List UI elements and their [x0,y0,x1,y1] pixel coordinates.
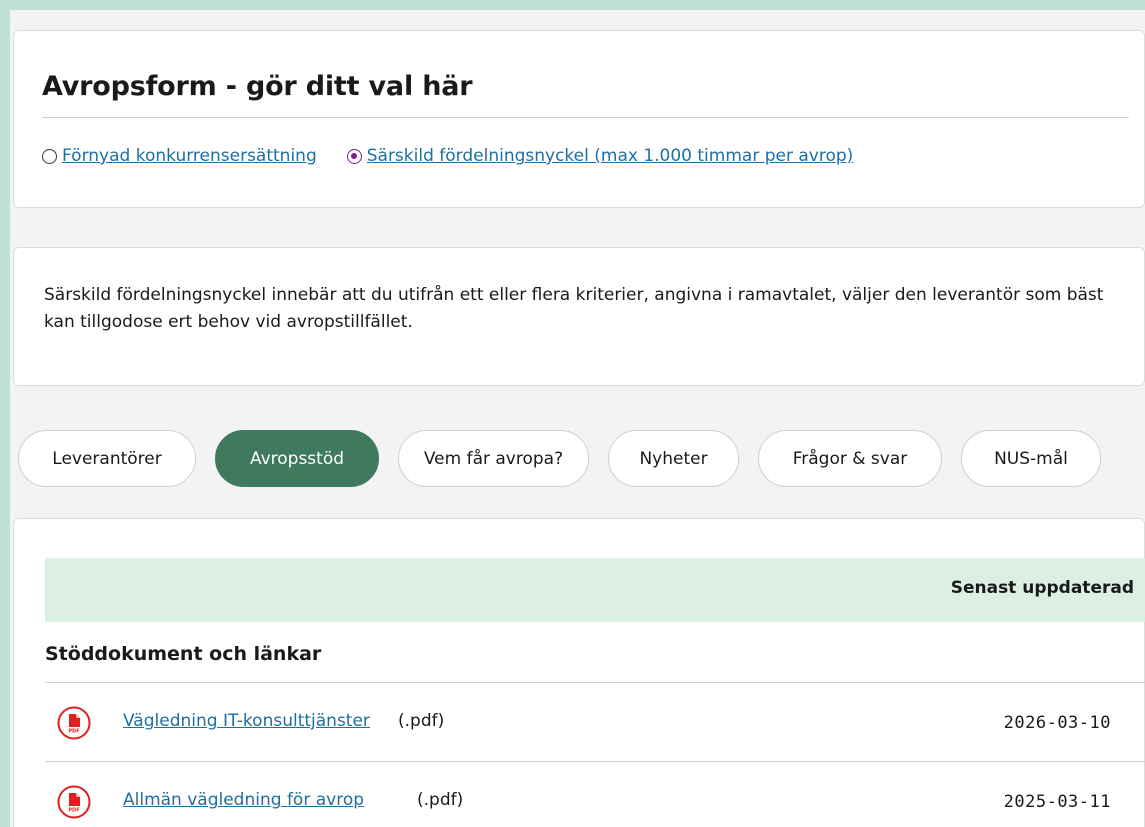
content-area: Avropsform - gör ditt val här Förnyad ko… [10,10,1145,827]
description-text: Särskild fördelningsnyckel innebär att d… [44,285,1104,332]
column-header-updated: Senast uppdaterad [950,578,1134,598]
doc-link-allman-vagledning[interactable]: Allmän vägledning för avrop [123,790,364,810]
doc-date: 2025-03-11 [1003,792,1111,812]
radio-unchecked-icon[interactable] [42,148,57,164]
avropsform-title: Avropsform - gör ditt val här [42,71,473,102]
section-title: Stöddokument och länkar [45,643,322,665]
tab-leverantorer[interactable]: Leverantörer [18,430,196,487]
documents-card: Senast uppdaterad Stöddokument och länka… [13,518,1145,827]
tab-nyheter[interactable]: Nyheter [608,430,739,487]
tab-fragor-svar[interactable]: Frågor & svar [758,430,942,487]
title-divider [42,117,1129,118]
description-card: Särskild fördelningsnyckel innebär att d… [13,247,1145,386]
tab-nus-mal[interactable]: NUS-mål [961,430,1101,487]
tab-avropsstod[interactable]: Avropsstöd [215,430,379,487]
radio-label-sarskild[interactable]: Särskild fördelningsnyckel (max 1.000 ti… [367,146,854,166]
avropsform-card: Avropsform - gör ditt val här Förnyad ko… [13,30,1145,208]
table-row: PDF Vägledning IT-konsulttjänster (.pdf)… [45,683,1145,762]
doc-date: 2026-03-10 [1003,713,1111,733]
radio-sarskild-fordelningsnyckel[interactable]: Särskild fördelningsnyckel (max 1.000 ti… [346,146,854,166]
doc-ext: (.pdf) [398,711,445,731]
radio-checked-icon[interactable] [346,148,362,164]
doc-link-vagledning-it[interactable]: Vägledning IT-konsulttjänster [123,711,370,731]
page: Avropsform - gör ditt val här Förnyad ko… [0,0,1145,827]
radio-fornyad-konkurrens[interactable]: Förnyad konkurrensersättning [42,146,317,166]
table-header: Senast uppdaterad [45,558,1145,622]
tab-vem-far-avropa[interactable]: Vem får avropa? [398,430,589,487]
doc-ext: (.pdf) [417,790,464,810]
radio-label-fornyad[interactable]: Förnyad konkurrensersättning [62,146,317,166]
tab-bar: Leverantörer Avropsstöd Vem får avropa? … [18,430,1101,487]
table-row: PDF Allmän vägledning för avrop (.pdf) 2… [45,762,1145,827]
svg-text:PDF: PDF [68,808,79,814]
section-title-row: Stöddokument och länkar [45,622,1145,683]
avropsform-radio-group: Förnyad konkurrensersättning Särskild fö… [42,146,883,166]
pdf-icon: PDF [57,785,91,819]
pdf-icon: PDF [57,706,91,740]
svg-text:PDF: PDF [68,729,79,735]
